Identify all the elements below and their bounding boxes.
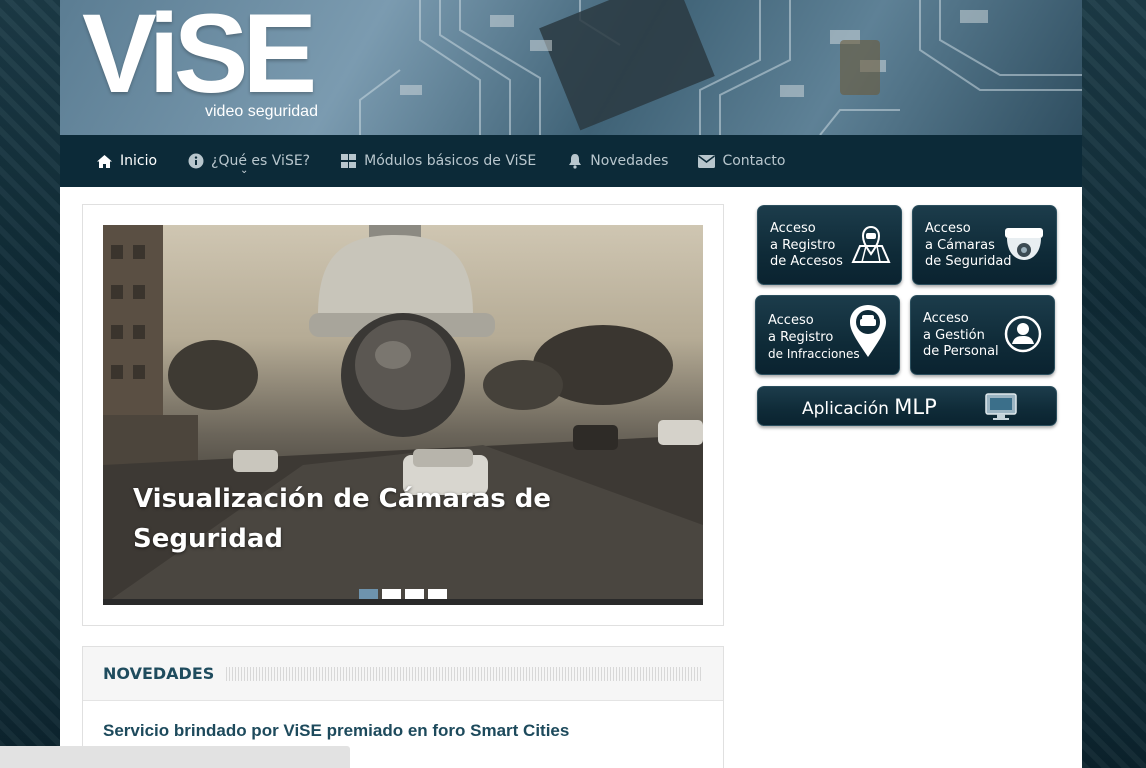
dome-camera-icon xyxy=(1005,228,1043,260)
tile-line: de Accesos xyxy=(770,254,843,269)
main-content: Visualización de Cámaras de Seguridad NO… xyxy=(82,204,724,768)
tile-line: a Gestión xyxy=(923,327,985,343)
background-right xyxy=(1082,0,1146,768)
news-heading: NOVEDADES xyxy=(103,664,215,683)
envelope-icon xyxy=(698,153,716,170)
nav-item-inicio[interactable]: Inicio xyxy=(96,135,157,187)
tile-line: a Registro xyxy=(768,329,834,345)
grid-icon xyxy=(340,153,357,170)
slide-caption: Visualización de Cámaras de Seguridad xyxy=(133,484,552,554)
heading-divider xyxy=(226,666,703,681)
news-header: NOVEDADES xyxy=(83,647,723,701)
nav-label-modulos: Módulos básicos de ViSE xyxy=(364,153,537,169)
slide-dot-1[interactable] xyxy=(359,589,378,599)
vise-logo[interactable]: ViSE video seguridad xyxy=(82,0,318,120)
home-icon xyxy=(96,153,113,170)
tile-line: Acceso xyxy=(768,313,814,328)
bell-icon xyxy=(566,153,583,170)
tile-registro-accesos-label: Acceso a Registro de Accesos xyxy=(770,221,843,271)
tile-registro-infracciones[interactable]: Acceso a Registro de Infracciones xyxy=(755,295,900,375)
hero-slide[interactable]: Visualización de Cámaras de Seguridad xyxy=(103,225,703,605)
app-label-suffix: MLP xyxy=(894,395,937,419)
tile-line: de Infracciones xyxy=(768,347,860,361)
monitor-icon xyxy=(985,393,1017,420)
bottom-overlay-bar xyxy=(0,746,350,768)
nav-label-inicio: Inicio xyxy=(120,153,158,169)
slide-dot-4[interactable] xyxy=(428,589,447,599)
tile-registro-infracciones-label: Acceso a Registro de Infracciones xyxy=(768,313,860,363)
user-icon xyxy=(1004,315,1042,353)
map-pin-icon xyxy=(851,225,891,263)
logo-text: ViSE xyxy=(82,0,317,116)
nav-label-novedades: Novedades xyxy=(590,153,669,169)
nav-item-modulos[interactable]: Módulos básicos de ViSE xyxy=(340,135,536,187)
slider-box: Visualización de Cámaras de Seguridad xyxy=(82,204,724,626)
nav-label-que-es-vise: ¿Qué es ViSE? xyxy=(211,153,311,169)
slide-bottom-bar xyxy=(103,599,703,605)
main-nav: Inicio ¿Qué es ViSE? ⌄ Módulos básicos d… xyxy=(60,135,1082,187)
page-container: ViSE video seguridad Inicio ¿Qué es ViSE… xyxy=(60,0,1082,768)
tile-line: Acceso xyxy=(770,221,816,236)
tile-gestion-personal[interactable]: Acceso a Gestión de Personal xyxy=(910,295,1055,375)
slide-dot-3[interactable] xyxy=(405,589,424,599)
tile-line: de Seguridad xyxy=(925,254,1012,269)
slide-dot-2[interactable] xyxy=(382,589,401,599)
tile-gestion-personal-label: Acceso a Gestión de Personal xyxy=(923,311,999,361)
tile-registro-accesos[interactable]: Acceso a Registro de Accesos xyxy=(757,205,902,285)
nav-item-novedades[interactable]: Novedades xyxy=(566,135,668,187)
nav-item-que-es-vise[interactable]: ¿Qué es ViSE? ⌄ xyxy=(187,135,310,187)
background-left xyxy=(0,0,60,768)
chevron-down-icon: ⌄ xyxy=(240,165,249,176)
tile-line: a Registro xyxy=(770,237,836,253)
app-mlp-button[interactable]: Aplicación MLP xyxy=(757,386,1057,426)
slide-pagination xyxy=(359,589,447,599)
tile-line: Acceso xyxy=(923,311,969,326)
info-icon xyxy=(187,153,204,170)
nav-label-contacto: Contacto xyxy=(722,153,786,169)
tile-camaras-seguridad-label: Acceso a Cámaras de Seguridad xyxy=(925,221,1012,271)
app-mlp-label: Aplicación MLP xyxy=(802,395,937,419)
nav-item-contacto[interactable]: Contacto xyxy=(698,135,785,187)
news-item-title-link[interactable]: Servicio brindado por ViSE premiado en f… xyxy=(103,721,703,741)
app-label-prefix: Aplicación xyxy=(802,399,889,419)
tile-line: a Cámaras xyxy=(925,237,995,253)
logo-subtitle: video seguridad xyxy=(205,103,318,120)
tile-line: de Personal xyxy=(923,344,999,359)
header-banner: ViSE video seguridad xyxy=(60,0,1082,135)
location-car-icon xyxy=(850,305,886,357)
tile-camaras-seguridad[interactable]: Acceso a Cámaras de Seguridad xyxy=(912,205,1057,285)
tile-line: Acceso xyxy=(925,221,971,236)
